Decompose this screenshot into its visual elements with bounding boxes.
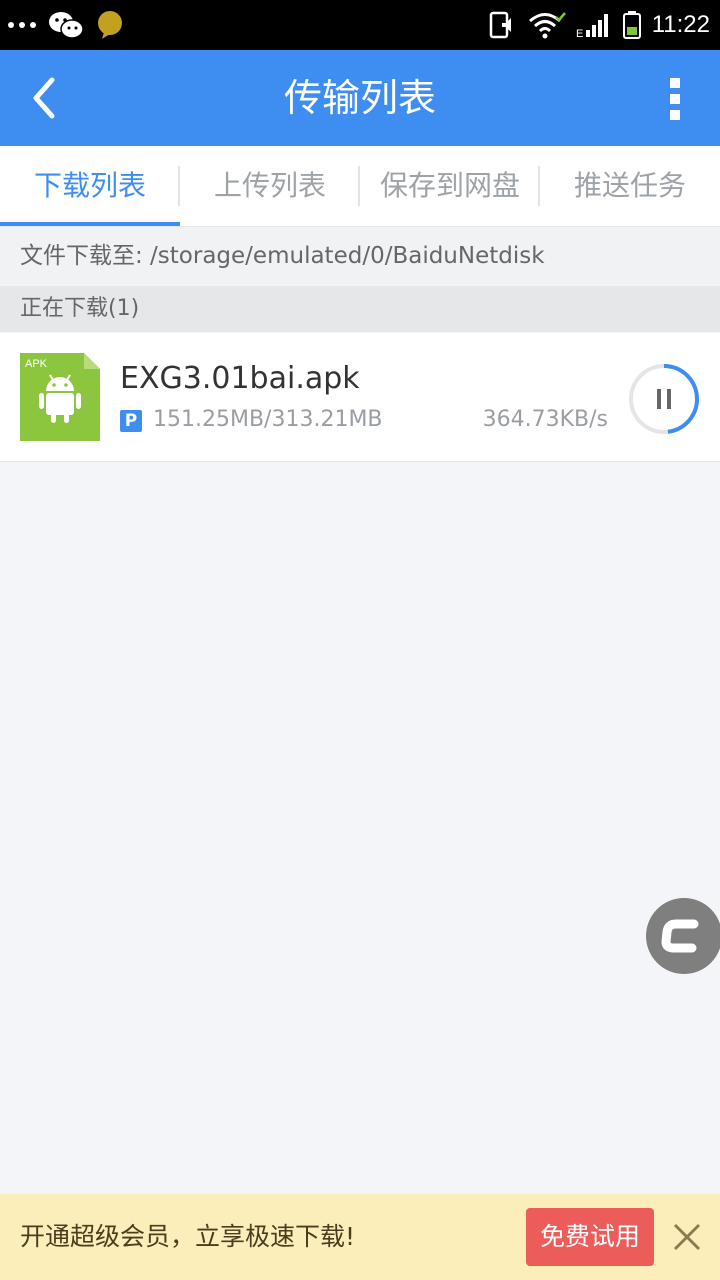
signal-icon: E xyxy=(576,14,608,39)
floating-action-button[interactable] xyxy=(646,898,720,974)
tab-push-tasks[interactable]: 推送任务 xyxy=(540,146,720,226)
more-dots-icon xyxy=(8,22,36,28)
wechat-icon xyxy=(49,12,84,39)
promo-text: 开通超级会员，立享极速下载! xyxy=(20,1222,356,1251)
page-title: 传输列表 xyxy=(283,76,436,120)
svg-text:E: E xyxy=(576,28,583,39)
tab-download-list[interactable]: 下载列表 xyxy=(0,146,180,226)
tab-bar: 下载列表 上传列表 保存到网盘 推送任务 xyxy=(0,146,720,227)
pause-icon xyxy=(657,389,661,409)
file-type-badge: APK xyxy=(25,358,48,370)
status-bar: E 11:22 xyxy=(0,0,720,50)
section-header-downloading: 正在下载(1) xyxy=(0,286,720,332)
vip-promo-banner: 开通超级会员，立享极速下载! 免费试用 xyxy=(0,1194,720,1280)
download-size: 151.25MB/313.21MB xyxy=(153,407,383,432)
pause-button[interactable] xyxy=(628,363,700,435)
chat-bubble-icon xyxy=(98,11,122,39)
c-logo-icon xyxy=(661,919,699,953)
wifi-icon xyxy=(528,12,566,39)
download-item[interactable]: APK EXG3.01bai.apk P 151.25MB/313.21MB 3… xyxy=(0,333,720,462)
file-name: EXG3.01bai.apk xyxy=(120,361,360,396)
tab-save-to-netdisk[interactable]: 保存到网盘 xyxy=(360,146,540,226)
app-bar: 传输列表 xyxy=(0,50,720,146)
apk-file-icon: APK xyxy=(20,353,100,441)
download-path: 文件下载至: /storage/emulated/0/BaiduNetdisk xyxy=(0,227,720,285)
phone-vibrate-icon xyxy=(489,11,511,39)
battery-icon xyxy=(622,11,641,39)
close-icon[interactable] xyxy=(670,1220,704,1254)
clock: 11:22 xyxy=(651,11,710,38)
tab-upload-list[interactable]: 上传列表 xyxy=(180,146,360,226)
download-speed: 364.73KB/s xyxy=(482,407,608,432)
premium-badge: P xyxy=(120,410,142,432)
free-trial-button[interactable]: 免费试用 xyxy=(526,1208,654,1266)
more-vertical-icon[interactable] xyxy=(668,78,682,120)
